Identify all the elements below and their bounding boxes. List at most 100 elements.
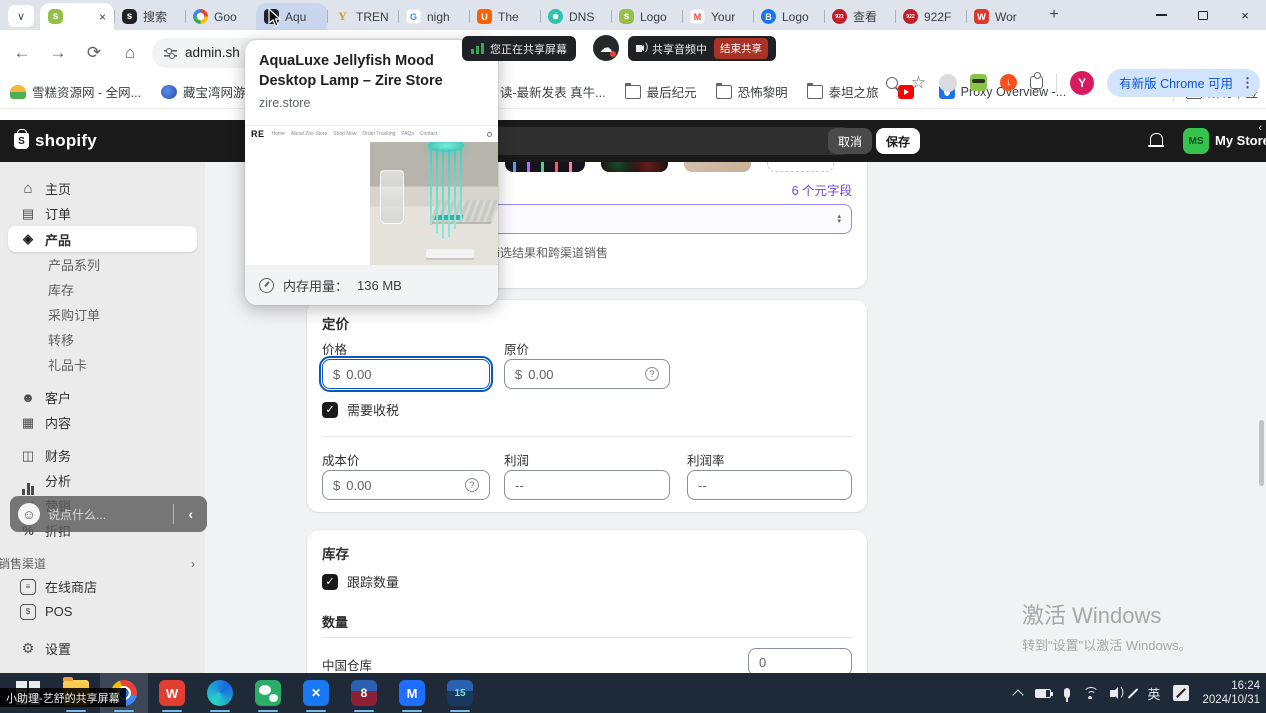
browser-tab[interactable]: The <box>469 3 540 30</box>
bookmark-item[interactable]: 最后纪元 <box>625 82 697 101</box>
tab-active[interactable]: × <box>40 3 114 30</box>
chrome-update-chip[interactable]: 有新版 Chrome 可用 ⋮ <box>1107 69 1260 97</box>
taskbar-app-button[interactable] <box>436 673 484 713</box>
volume-icon[interactable] <box>1110 690 1115 697</box>
minimize-button[interactable] <box>1140 0 1182 30</box>
sidebar-item[interactable]: 库存 <box>8 277 197 302</box>
extension-green-icon[interactable] <box>970 74 987 91</box>
browser-tab[interactable]: nigh <box>398 3 469 30</box>
browser-tab[interactable]: Logo <box>611 3 682 30</box>
profit-input[interactable]: -- <box>504 470 670 500</box>
margin-input[interactable]: -- <box>687 470 852 500</box>
quantity-input[interactable]: 0 <box>748 648 852 676</box>
bookmark-item[interactable]: 藏宝湾网游 <box>161 82 246 101</box>
tab-favicon-icon <box>619 9 634 24</box>
sidebar-item[interactable]: 礼品卡 <box>8 352 197 377</box>
browser-tab[interactable]: Goo <box>185 3 256 30</box>
wifi-icon[interactable] <box>1083 687 1097 699</box>
help-icon[interactable]: ? <box>645 367 659 381</box>
bookmark-star-icon[interactable]: ☆ <box>911 73 926 93</box>
inventory-divider <box>322 637 852 638</box>
zoom-icon[interactable] <box>886 77 898 89</box>
tray-expand-icon[interactable] <box>1013 689 1024 700</box>
sidebar-item[interactable]: 客户 <box>8 385 197 410</box>
compare-price-input[interactable]: $ 0.00 ? <box>504 359 670 389</box>
charge-tax-row[interactable]: ✓ 需要收税 <box>322 400 399 419</box>
clock[interactable]: 16:24 2024/10/31 <box>1202 679 1260 707</box>
extension-gray-icon[interactable] <box>939 74 957 92</box>
bookmark-item[interactable]: 读-最新发表 真牛... <box>500 82 606 101</box>
sidebar-item[interactable]: 产品 <box>8 226 197 252</box>
browser-tab[interactable]: DNS <box>540 3 611 30</box>
sidebar-item[interactable]: 采购订单 <box>8 302 197 327</box>
taskbar-app-button[interactable] <box>148 673 196 713</box>
browser-tab[interactable]: 搜索 <box>114 3 185 30</box>
sidebar-item[interactable]: 分析 <box>8 468 197 493</box>
save-button[interactable]: 保存 <box>876 128 920 154</box>
taskbar-app-button[interactable] <box>292 673 340 713</box>
profile-avatar[interactable]: Y <box>1070 71 1094 95</box>
tab-search-button[interactable]: ∨ <box>8 5 34 27</box>
maximize-button[interactable] <box>1182 0 1224 30</box>
store-name[interactable]: My Store <box>1215 133 1266 148</box>
browser-tab[interactable]: TREN <box>327 3 398 30</box>
sidebar-item[interactable]: 订单 <box>8 201 197 226</box>
taskbar-app-button[interactable] <box>196 673 244 713</box>
help-icon[interactable]: ? <box>465 478 479 492</box>
taskbar-app-button[interactable] <box>340 673 388 713</box>
cost-input[interactable]: $ 0.00 ? <box>322 470 490 500</box>
sidebar-item[interactable]: 财务 <box>8 443 197 468</box>
browser-tab[interactable]: Aqu <box>256 3 327 30</box>
taskbar-app-button[interactable] <box>388 673 436 713</box>
back-button[interactable]: ← <box>8 39 36 67</box>
sidebar-item[interactable]: 内容 <box>8 410 197 435</box>
new-tab-button[interactable]: + <box>1041 2 1067 28</box>
bookmark-item[interactable]: 恐怖黎明 <box>716 82 788 101</box>
menu-dots-icon[interactable]: ⋮ <box>1241 75 1254 91</box>
sidebar-channel-item[interactable]: 在线商店 <box>8 574 197 599</box>
bookmark-label: 藏宝湾网游 <box>183 82 246 101</box>
bookmark-item[interactable]: 泰坦之旅 <box>807 82 879 101</box>
extension-download-icon[interactable]: ↓ <box>1000 74 1017 91</box>
tab-close-icon[interactable]: × <box>99 11 106 23</box>
sidebar-item[interactable]: 主页 <box>8 176 197 201</box>
sales-channels-header[interactable]: 销售渠道 › <box>0 555 195 572</box>
sidebar-item-settings[interactable]: 设置 <box>8 636 197 661</box>
chat-input-placeholder[interactable]: 说点什么... <box>48 506 165 523</box>
price-input[interactable]: $ 0.00 <box>322 359 490 389</box>
track-quantity-row[interactable]: ✓ 跟踪数量 <box>322 572 399 591</box>
notifications-bell-icon[interactable] <box>1150 133 1163 145</box>
extensions-puzzle-icon[interactable] <box>1030 76 1043 89</box>
input-language-indicator[interactable]: 英 <box>1147 684 1160 703</box>
browser-tab[interactable]: Wor <box>966 3 1037 30</box>
stop-sharing-button[interactable]: 结束共享 <box>714 38 768 59</box>
sidebar-item[interactable]: 转移 <box>8 327 197 352</box>
sidebar-channel-item[interactable]: POS <box>8 599 197 624</box>
close-button[interactable]: × <box>1224 0 1266 30</box>
sidebar-item[interactable]: 产品系列 <box>8 252 197 277</box>
share-app-icon[interactable]: ☁ <box>593 35 619 61</box>
store-avatar[interactable]: MS <box>1183 128 1209 154</box>
refresh-button[interactable]: ⟳ <box>80 39 108 67</box>
browser-tab[interactable]: Logo <box>753 3 824 30</box>
chat-collapse-button[interactable]: ‹ <box>182 506 199 522</box>
pen-icon[interactable] <box>1128 688 1139 699</box>
forward-button[interactable]: → <box>44 39 72 67</box>
header-collapse-icon[interactable]: ‹ <box>1258 122 1262 134</box>
site-info-icon[interactable] <box>164 47 177 59</box>
snip-tool-icon[interactable] <box>1173 685 1189 701</box>
smiley-icon[interactable]: ☺ <box>18 503 40 525</box>
browser-tab[interactable]: 查看 <box>824 3 895 30</box>
taskbar-app-button[interactable] <box>244 673 292 713</box>
cancel-button[interactable]: 取消 <box>828 128 872 154</box>
battery-icon[interactable] <box>1035 689 1051 698</box>
scrollbar-thumb[interactable] <box>1259 420 1264 486</box>
browser-tab[interactable]: 922F <box>895 3 966 30</box>
microphone-icon[interactable] <box>1064 688 1070 698</box>
bookmark-item[interactable]: 雪糕资源网 - 全网... <box>10 82 141 101</box>
checkbox-checked-icon[interactable]: ✓ <box>322 574 338 590</box>
browser-tab[interactable]: Your <box>682 3 753 30</box>
home-button[interactable]: ⌂ <box>116 39 144 67</box>
checkbox-checked-icon[interactable]: ✓ <box>322 402 338 418</box>
jellyfish-tentacle <box>454 149 456 229</box>
